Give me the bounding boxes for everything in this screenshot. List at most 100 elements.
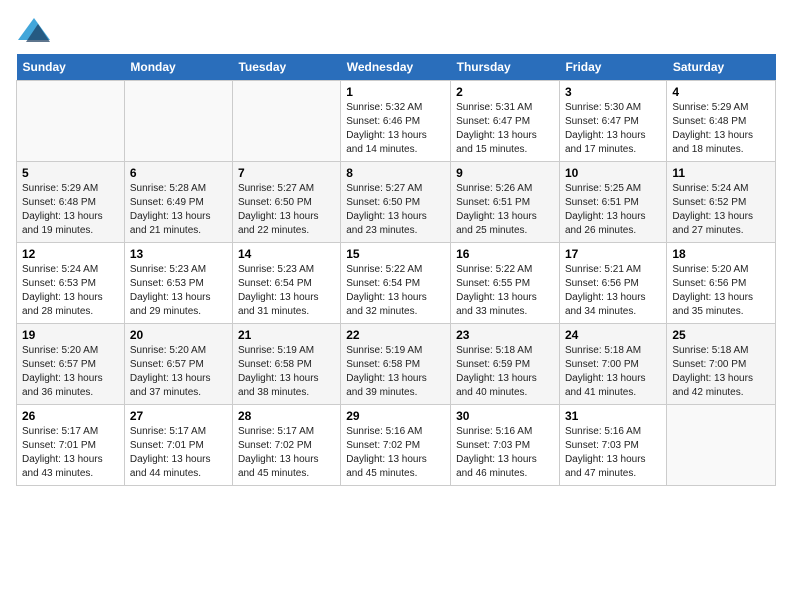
table-row: 23 Sunrise: 5:18 AM Sunset: 6:59 PM Dayli… xyxy=(451,324,560,405)
day-number: 16 xyxy=(456,247,554,261)
table-row: 20 Sunrise: 5:20 AM Sunset: 6:57 PM Dayli… xyxy=(124,324,232,405)
day-info: Sunrise: 5:29 AM Sunset: 6:48 PM Dayligh… xyxy=(22,182,119,238)
day-info: Sunrise: 5:22 AM Sunset: 6:55 PM Dayligh… xyxy=(456,263,554,319)
logo xyxy=(16,16,56,44)
day-number: 7 xyxy=(238,166,335,180)
day-number: 6 xyxy=(130,166,227,180)
table-row: 13 Sunrise: 5:23 AM Sunset: 6:53 PM Dayli… xyxy=(124,243,232,324)
day-info: Sunrise: 5:23 AM Sunset: 6:54 PM Dayligh… xyxy=(238,263,335,319)
day-info: Sunrise: 5:24 AM Sunset: 6:52 PM Dayligh… xyxy=(672,182,770,238)
day-info: Sunrise: 5:30 AM Sunset: 6:47 PM Dayligh… xyxy=(565,101,661,157)
col-saturday: Saturday xyxy=(667,54,776,81)
table-row xyxy=(124,81,232,162)
col-thursday: Thursday xyxy=(451,54,560,81)
day-number: 15 xyxy=(346,247,445,261)
col-wednesday: Wednesday xyxy=(341,54,451,81)
day-number: 21 xyxy=(238,328,335,342)
table-row: 27 Sunrise: 5:17 AM Sunset: 7:01 PM Dayli… xyxy=(124,405,232,486)
day-info: Sunrise: 5:18 AM Sunset: 6:59 PM Dayligh… xyxy=(456,344,554,400)
calendar-header-row: Sunday Monday Tuesday Wednesday Thursday… xyxy=(17,54,776,81)
day-number: 12 xyxy=(22,247,119,261)
day-info: Sunrise: 5:25 AM Sunset: 6:51 PM Dayligh… xyxy=(565,182,661,238)
col-friday: Friday xyxy=(559,54,666,81)
day-info: Sunrise: 5:17 AM Sunset: 7:01 PM Dayligh… xyxy=(22,425,119,481)
day-number: 18 xyxy=(672,247,770,261)
table-row: 12 Sunrise: 5:24 AM Sunset: 6:53 PM Dayli… xyxy=(17,243,125,324)
table-row xyxy=(667,405,776,486)
table-row: 9Sunrise: 5:26 AM Sunset: 6:51 PM Daylig… xyxy=(451,162,560,243)
col-sunday: Sunday xyxy=(17,54,125,81)
day-number: 2 xyxy=(456,85,554,99)
col-tuesday: Tuesday xyxy=(232,54,340,81)
day-info: Sunrise: 5:16 AM Sunset: 7:03 PM Dayligh… xyxy=(565,425,661,481)
table-row: 26 Sunrise: 5:17 AM Sunset: 7:01 PM Dayli… xyxy=(17,405,125,486)
day-info: Sunrise: 5:18 AM Sunset: 7:00 PM Dayligh… xyxy=(565,344,661,400)
day-info: Sunrise: 5:27 AM Sunset: 6:50 PM Dayligh… xyxy=(346,182,445,238)
table-row: 11 Sunrise: 5:24 AM Sunset: 6:52 PM Dayli… xyxy=(667,162,776,243)
day-info: Sunrise: 5:19 AM Sunset: 6:58 PM Dayligh… xyxy=(238,344,335,400)
table-row xyxy=(232,81,340,162)
table-row: 4 Sunrise: 5:29 AM Sunset: 6:48 PM Daylig… xyxy=(667,81,776,162)
table-row: 10Sunrise: 5:25 AM Sunset: 6:51 PM Dayli… xyxy=(559,162,666,243)
table-row: 15 Sunrise: 5:22 AM Sunset: 6:54 PM Dayli… xyxy=(341,243,451,324)
day-number: 31 xyxy=(565,409,661,423)
day-number: 14 xyxy=(238,247,335,261)
day-info: Sunrise: 5:17 AM Sunset: 7:01 PM Dayligh… xyxy=(130,425,227,481)
day-number: 9 xyxy=(456,166,554,180)
day-info: Sunrise: 5:20 AM Sunset: 6:56 PM Dayligh… xyxy=(672,263,770,319)
day-info: Sunrise: 5:24 AM Sunset: 6:53 PM Dayligh… xyxy=(22,263,119,319)
day-number: 30 xyxy=(456,409,554,423)
table-row xyxy=(17,81,125,162)
table-row: 28Sunrise: 5:17 AM Sunset: 7:02 PM Dayli… xyxy=(232,405,340,486)
day-number: 23 xyxy=(456,328,554,342)
day-number: 26 xyxy=(22,409,119,423)
day-number: 29 xyxy=(346,409,445,423)
logo-icon xyxy=(16,16,52,44)
table-row: 24Sunrise: 5:18 AM Sunset: 7:00 PM Dayli… xyxy=(559,324,666,405)
table-row: 25 Sunrise: 5:18 AM Sunset: 7:00 PM Dayli… xyxy=(667,324,776,405)
day-info: Sunrise: 5:21 AM Sunset: 6:56 PM Dayligh… xyxy=(565,263,661,319)
day-info: Sunrise: 5:32 AM Sunset: 6:46 PM Dayligh… xyxy=(346,101,445,157)
day-number: 11 xyxy=(672,166,770,180)
day-number: 3 xyxy=(565,85,661,99)
table-row: 5 Sunrise: 5:29 AM Sunset: 6:48 PM Daylig… xyxy=(17,162,125,243)
col-monday: Monday xyxy=(124,54,232,81)
table-row: 29Sunrise: 5:16 AM Sunset: 7:02 PM Dayli… xyxy=(341,405,451,486)
day-info: Sunrise: 5:20 AM Sunset: 6:57 PM Dayligh… xyxy=(130,344,227,400)
day-number: 5 xyxy=(22,166,119,180)
day-info: Sunrise: 5:31 AM Sunset: 6:47 PM Dayligh… xyxy=(456,101,554,157)
day-info: Sunrise: 5:23 AM Sunset: 6:53 PM Dayligh… xyxy=(130,263,227,319)
day-number: 19 xyxy=(22,328,119,342)
day-info: Sunrise: 5:28 AM Sunset: 6:49 PM Dayligh… xyxy=(130,182,227,238)
table-row: 18 Sunrise: 5:20 AM Sunset: 6:56 PM Dayli… xyxy=(667,243,776,324)
day-number: 28 xyxy=(238,409,335,423)
calendar-table: Sunday Monday Tuesday Wednesday Thursday… xyxy=(16,54,776,486)
table-row: 22Sunrise: 5:19 AM Sunset: 6:58 PM Dayli… xyxy=(341,324,451,405)
day-info: Sunrise: 5:16 AM Sunset: 7:03 PM Dayligh… xyxy=(456,425,554,481)
table-row: 14 Sunrise: 5:23 AM Sunset: 6:54 PM Dayli… xyxy=(232,243,340,324)
day-number: 25 xyxy=(672,328,770,342)
table-row: 30 Sunrise: 5:16 AM Sunset: 7:03 PM Dayli… xyxy=(451,405,560,486)
table-row: 19 Sunrise: 5:20 AM Sunset: 6:57 PM Dayli… xyxy=(17,324,125,405)
day-info: Sunrise: 5:27 AM Sunset: 6:50 PM Dayligh… xyxy=(238,182,335,238)
day-number: 1 xyxy=(346,85,445,99)
day-info: Sunrise: 5:22 AM Sunset: 6:54 PM Dayligh… xyxy=(346,263,445,319)
day-number: 4 xyxy=(672,85,770,99)
day-info: Sunrise: 5:20 AM Sunset: 6:57 PM Dayligh… xyxy=(22,344,119,400)
table-row: 31 Sunrise: 5:16 AM Sunset: 7:03 PM Dayli… xyxy=(559,405,666,486)
day-info: Sunrise: 5:18 AM Sunset: 7:00 PM Dayligh… xyxy=(672,344,770,400)
table-row: 17 Sunrise: 5:21 AM Sunset: 6:56 PM Dayli… xyxy=(559,243,666,324)
table-row: 7 Sunrise: 5:27 AM Sunset: 6:50 PM Daylig… xyxy=(232,162,340,243)
table-row: 8 Sunrise: 5:27 AM Sunset: 6:50 PM Daylig… xyxy=(341,162,451,243)
day-number: 27 xyxy=(130,409,227,423)
day-number: 8 xyxy=(346,166,445,180)
page-header xyxy=(16,16,776,44)
day-number: 17 xyxy=(565,247,661,261)
day-number: 13 xyxy=(130,247,227,261)
calendar-week-row: 26 Sunrise: 5:17 AM Sunset: 7:01 PM Dayli… xyxy=(17,405,776,486)
table-row: 1 Sunrise: 5:32 AM Sunset: 6:46 PM Daylig… xyxy=(341,81,451,162)
calendar-week-row: 5 Sunrise: 5:29 AM Sunset: 6:48 PM Daylig… xyxy=(17,162,776,243)
table-row: 21 Sunrise: 5:19 AM Sunset: 6:58 PM Dayli… xyxy=(232,324,340,405)
day-info: Sunrise: 5:29 AM Sunset: 6:48 PM Dayligh… xyxy=(672,101,770,157)
day-number: 20 xyxy=(130,328,227,342)
